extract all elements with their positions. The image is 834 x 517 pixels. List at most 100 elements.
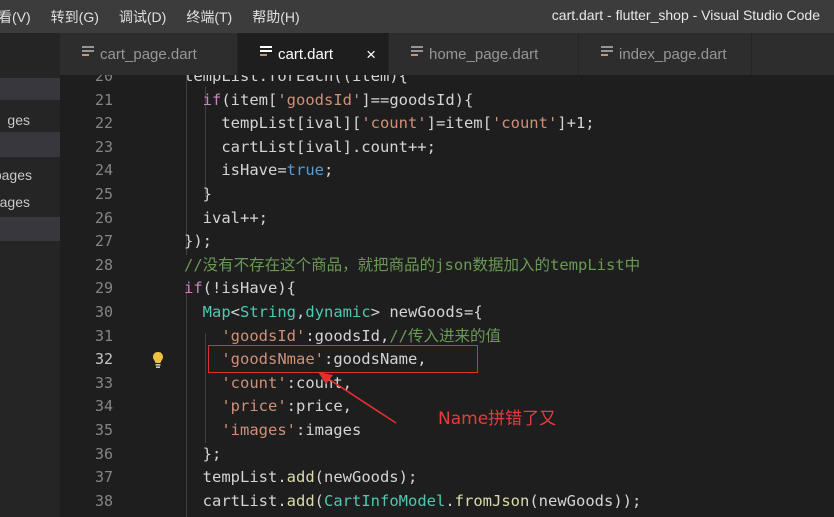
code-token: //没有不存在这个商品，就把商品的json数据加入的tempList中 bbox=[184, 255, 641, 274]
code-token: Map bbox=[184, 303, 231, 321]
code-line: //没有不存在这个商品，就把商品的json数据加入的tempList中 bbox=[184, 254, 640, 278]
code-token: . bbox=[445, 491, 455, 510]
code-token: :images bbox=[295, 421, 362, 439]
file-lines-icon bbox=[411, 46, 423, 58]
tab-home-page[interactable]: home_page.dart bbox=[389, 33, 579, 75]
code-token: (!isHave){ bbox=[202, 279, 296, 298]
line-number: 36 bbox=[94, 444, 113, 463]
tab-cart-page[interactable]: cart_page.dart bbox=[60, 33, 238, 75]
line-number: 22 bbox=[94, 114, 113, 133]
line-number: 34 bbox=[94, 397, 113, 416]
menu-bar: 看(V) 转到(G) 调试(D) 终端(T) 帮助(H) bbox=[0, 0, 320, 33]
code-line: 'count':count, bbox=[184, 372, 352, 396]
explorer-sidebar: ges pages ages bbox=[0, 33, 60, 517]
code-token: 'goodsId' bbox=[184, 326, 306, 345]
code-token: :count, bbox=[286, 373, 352, 392]
code-token: , bbox=[296, 303, 306, 321]
code-token: tempList[ival][ bbox=[184, 114, 362, 133]
line-number: 28 bbox=[94, 255, 113, 274]
code-token: CartInfoModel bbox=[324, 491, 446, 510]
code-token: 'count' bbox=[491, 114, 558, 133]
line-number: 26 bbox=[94, 208, 113, 227]
line-number: 20 bbox=[94, 75, 113, 85]
code-token: if bbox=[184, 90, 222, 109]
code-token: < bbox=[230, 303, 241, 321]
code-line: if(!isHave){ bbox=[184, 277, 296, 301]
menu-terminal[interactable]: 终端(T) bbox=[186, 7, 232, 27]
code-token: 'count' bbox=[361, 114, 427, 133]
code-line: tempList[ival]['count']=item['count']+1; bbox=[184, 112, 595, 136]
code-line: if(item['goodsId']==goodsId){ bbox=[184, 89, 474, 113]
line-number: 32 bbox=[94, 350, 113, 369]
code-token: //传入进来的值 bbox=[389, 326, 501, 345]
code-token: tempList.forEach((item){ bbox=[184, 75, 408, 85]
code-token: ; bbox=[323, 161, 334, 180]
tab-label: cart_page.dart bbox=[100, 46, 197, 63]
line-number: 27 bbox=[94, 232, 113, 251]
explorer-item-selected[interactable] bbox=[0, 132, 60, 157]
code-token: ( bbox=[314, 491, 324, 510]
code-token: }); bbox=[184, 232, 212, 251]
lightbulb-icon[interactable] bbox=[152, 351, 164, 369]
code-token: 'count' bbox=[184, 373, 287, 392]
code-token: ]+1; bbox=[557, 114, 595, 133]
line-number: 35 bbox=[94, 421, 113, 439]
menu-go[interactable]: 转到(G) bbox=[51, 7, 99, 27]
window-title: cart.dart - flutter_shop - Visual Studio… bbox=[551, 7, 820, 23]
tab-index-page[interactable]: index_page.dart bbox=[579, 33, 752, 75]
annotation-arrow bbox=[318, 372, 397, 424]
code-token: isHave= bbox=[184, 161, 287, 180]
tab-label: home_page.dart bbox=[429, 46, 539, 63]
code-line: Map<String,dynamic> newGoods={ bbox=[184, 301, 483, 325]
code-token: tempList. bbox=[184, 468, 287, 487]
title-bar: 看(V) 转到(G) 调试(D) 终端(T) 帮助(H) cart.dart -… bbox=[0, 0, 834, 33]
code-line: } bbox=[184, 183, 212, 207]
code-token: (item[ bbox=[221, 90, 278, 109]
line-number: 33 bbox=[94, 373, 113, 392]
file-lines-icon bbox=[260, 46, 272, 58]
explorer-item[interactable]: ages bbox=[0, 191, 60, 213]
code-token: 'goodsId' bbox=[277, 90, 362, 109]
line-number: 30 bbox=[94, 303, 113, 321]
code-line: isHave=true; bbox=[184, 159, 333, 183]
line-number: 21 bbox=[94, 90, 113, 109]
tab-cart[interactable]: cart.dart × bbox=[238, 33, 389, 75]
line-number: 38 bbox=[94, 491, 113, 510]
line-number: 25 bbox=[94, 185, 113, 203]
line-number: 31 bbox=[94, 326, 113, 345]
code-token: add bbox=[286, 491, 315, 510]
code-token: ]=item[ bbox=[426, 114, 492, 133]
code-token: dynamic bbox=[305, 303, 371, 321]
code-line: 'price':price, bbox=[184, 395, 352, 419]
explorer-section-header[interactable] bbox=[0, 78, 60, 100]
tab-bar: cart_page.dart cart.dart × home_page.dar… bbox=[60, 33, 834, 75]
code-token: } bbox=[184, 185, 212, 203]
code-token: 'images' bbox=[184, 421, 296, 439]
line-number: 29 bbox=[94, 279, 113, 298]
code-token: add bbox=[286, 468, 315, 487]
code-line: }; bbox=[184, 443, 222, 467]
code-line: cartList[ival].count++; bbox=[184, 136, 436, 160]
code-line: cartList.add(CartInfoModel.fromJson(newG… bbox=[184, 490, 642, 514]
highlight-box bbox=[208, 345, 478, 373]
code-line: tempList.forEach((item){ bbox=[184, 75, 408, 89]
code-token: true bbox=[286, 161, 324, 180]
close-icon[interactable]: × bbox=[366, 33, 376, 77]
code-token: 'price' bbox=[184, 397, 287, 416]
code-token: ]==goodsId){ bbox=[361, 90, 474, 109]
code-line: ival++; bbox=[184, 207, 268, 231]
code-token: :price, bbox=[286, 397, 352, 416]
code-editor[interactable]: tempList.forEach((item){ if(item['goodsI… bbox=[60, 75, 834, 517]
explorer-item[interactable] bbox=[0, 217, 60, 241]
menu-help[interactable]: 帮助(H) bbox=[252, 7, 299, 27]
line-number: 37 bbox=[94, 468, 113, 487]
explorer-item[interactable]: pages bbox=[0, 164, 60, 186]
tab-label: cart.dart bbox=[278, 46, 334, 63]
code-token: ival++; bbox=[184, 208, 268, 227]
explorer-item[interactable]: ges bbox=[0, 109, 60, 131]
menu-view[interactable]: 看(V) bbox=[0, 7, 31, 27]
code-line: 'images':images bbox=[184, 419, 361, 443]
code-token: > newGoods={ bbox=[370, 303, 483, 321]
menu-debug[interactable]: 调试(D) bbox=[119, 7, 166, 27]
file-lines-icon bbox=[601, 46, 613, 58]
